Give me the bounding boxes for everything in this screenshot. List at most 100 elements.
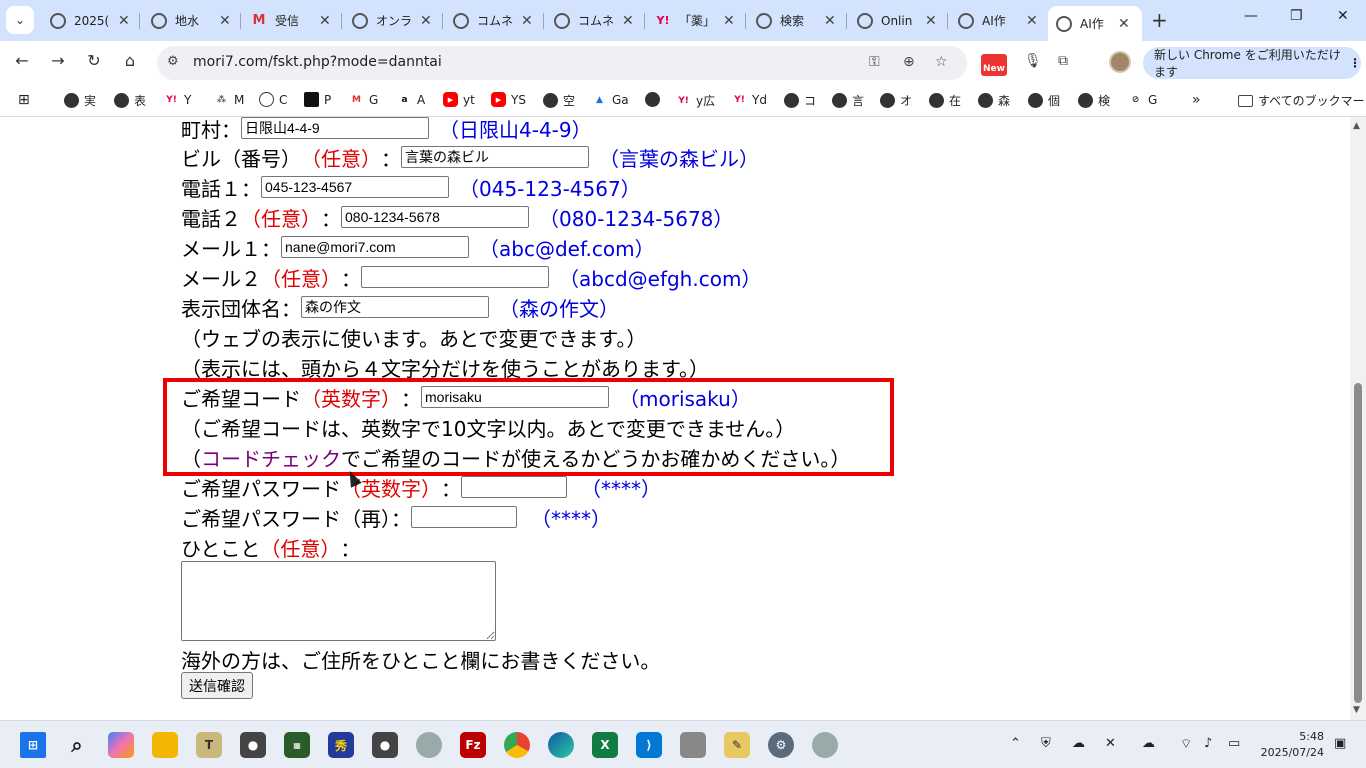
new-tab-button[interactable]: +	[1151, 8, 1168, 32]
tab-1[interactable]: 2025(✕	[50, 6, 140, 35]
reload-button[interactable]: ↻	[82, 51, 106, 70]
tab-11-active[interactable]: AI作 ✕	[1048, 6, 1142, 41]
close-icon[interactable]: ✕	[824, 13, 836, 29]
close-icon[interactable]: ✕	[622, 13, 634, 29]
mail1-input[interactable]	[281, 236, 469, 258]
bookmark-17[interactable]: 言	[832, 92, 864, 109]
close-icon[interactable]: ✕	[219, 13, 231, 29]
scrollbar-thumb[interactable]	[1354, 383, 1362, 703]
close-icon[interactable]: ✕	[1118, 16, 1130, 32]
avatar[interactable]	[1109, 51, 1131, 73]
file-transfer-icon[interactable]	[680, 732, 706, 758]
tab-9[interactable]: Onlin ✕	[857, 6, 947, 35]
app-icon-blue[interactable]: 秀	[328, 732, 354, 758]
password-input[interactable]	[461, 476, 567, 498]
scroll-down-icon[interactable]: ▼	[1353, 705, 1360, 715]
bookmark-11[interactable]: 空	[543, 92, 575, 109]
windows-start-icon[interactable]: ⊞	[20, 732, 46, 758]
tab-7[interactable]: Y! 「薬」 ✕	[655, 6, 745, 35]
tab-5[interactable]: コムネ ✕	[453, 6, 543, 35]
excel-icon[interactable]: X	[592, 732, 618, 758]
tab-3[interactable]: M 受信 ✕	[251, 6, 341, 35]
notepad-icon[interactable]: T	[196, 732, 222, 758]
building-input[interactable]	[401, 146, 589, 168]
search-icon[interactable]: ⌕	[64, 732, 90, 758]
more-bookmarks-button[interactable]: »	[1192, 92, 1201, 108]
bookmark-3[interactable]: Y! Y	[164, 92, 191, 107]
editor-icon[interactable]: ✎	[724, 732, 750, 758]
close-icon[interactable]: ✕	[420, 13, 432, 29]
bookmark-14[interactable]: Y! y広	[676, 92, 715, 109]
phone2-input[interactable]	[341, 206, 529, 228]
comment-textarea[interactable]	[181, 561, 496, 641]
bookmark-23[interactable]: ⊘ G	[1128, 92, 1158, 107]
submit-confirm-button[interactable]: 送信確認	[181, 672, 253, 699]
wifi-icon[interactable]: ⌔	[1180, 736, 1192, 752]
onedrive-icon[interactable]: ☁	[1142, 736, 1155, 751]
bookmark-6[interactable]: P	[304, 92, 331, 107]
update-chrome-button[interactable]: 新しい Chrome をご利用いただけます ⋮	[1143, 47, 1361, 79]
close-icon[interactable]: ✕	[319, 13, 331, 29]
volume-icon[interactable]: ♪	[1204, 736, 1212, 751]
security-icon[interactable]: ⛨	[1041, 736, 1051, 751]
tab-4[interactable]: オンラ ✕	[352, 6, 442, 35]
camera-app-icon[interactable]: ●	[240, 732, 266, 758]
bookmark-13[interactable]	[645, 92, 665, 107]
address-bar[interactable]: ⚙ mori7.com/fskt.php?mode=danntai ⚿ ⊕ ☆	[157, 46, 967, 80]
bookmark-2[interactable]: 表	[114, 92, 146, 109]
bookmark-10[interactable]: ▶ YS	[491, 92, 526, 107]
extensions-icon[interactable]: ⧉	[1058, 53, 1068, 69]
tab-6[interactable]: コムネ ✕	[554, 6, 644, 35]
page-scrollbar[interactable]: ▲ ▼	[1350, 117, 1366, 720]
apps-grid-icon[interactable]: ⊞	[18, 92, 30, 108]
close-icon[interactable]: ✕	[723, 13, 735, 29]
webcam-icon-2[interactable]	[812, 732, 838, 758]
new-extension-badge[interactable]: New	[981, 54, 1007, 76]
scroll-up-icon[interactable]: ▲	[1353, 121, 1360, 131]
close-icon[interactable]: ✕	[925, 13, 937, 29]
close-icon[interactable]: ✕	[521, 13, 533, 29]
camera-app-icon-2[interactable]: ●	[372, 732, 398, 758]
password-confirm-input[interactable]	[411, 506, 517, 528]
phone1-input[interactable]	[261, 176, 449, 198]
restore-button[interactable]: ❐	[1290, 8, 1303, 24]
bookmark-21[interactable]: 個	[1028, 92, 1060, 109]
bookmark-15[interactable]: Y! Yd	[732, 92, 767, 107]
close-icon[interactable]: ✕	[1026, 13, 1038, 29]
display-name-input[interactable]	[301, 296, 489, 318]
file-explorer-icon[interactable]	[152, 732, 178, 758]
filezilla-icon[interactable]: Fz	[460, 732, 486, 758]
battery-icon[interactable]: ▭	[1228, 736, 1240, 751]
tab-8[interactable]: 検索 ✕	[756, 6, 846, 35]
bookmark-19[interactable]: 在	[929, 92, 961, 109]
bookmark-22[interactable]: 検	[1078, 92, 1110, 109]
code-check-link[interactable]: コードチェック	[201, 443, 341, 472]
all-bookmarks-folder[interactable]: すべてのブックマーク	[1238, 92, 1366, 109]
clock[interactable]: 5:48 2025/07/24	[1258, 729, 1324, 761]
site-info-icon[interactable]: ⚙	[167, 54, 179, 69]
copilot-icon[interactable]	[108, 732, 134, 758]
bookmark-20[interactable]: 森	[978, 92, 1010, 109]
key-icon[interactable]: ⚿	[869, 54, 880, 70]
mail2-input[interactable]	[361, 266, 549, 288]
tab-10[interactable]: AI作 ✕	[958, 6, 1048, 35]
code-input[interactable]	[421, 386, 609, 408]
home-button[interactable]: ⌂	[118, 51, 142, 70]
notification-icon[interactable]: ▣	[1334, 736, 1346, 751]
tray-expand-icon[interactable]: ⌃	[1010, 736, 1021, 751]
bookmark-16[interactable]: コ	[784, 92, 816, 109]
edge-icon[interactable]	[548, 732, 574, 758]
town-input[interactable]	[241, 117, 429, 139]
tab-2[interactable]: 地水 ✕	[151, 6, 241, 35]
bookmark-1[interactable]: 実	[64, 92, 96, 109]
screen-app-icon[interactable]: ▦	[284, 732, 310, 758]
bookmark-7[interactable]: MG	[349, 92, 378, 107]
webcam-icon[interactable]	[416, 732, 442, 758]
minimize-button[interactable]: —	[1244, 8, 1258, 24]
back-button[interactable]: ←	[10, 51, 34, 70]
chrome-icon[interactable]	[504, 732, 530, 758]
settings-icon[interactable]: ⚙	[768, 732, 794, 758]
bookmark-9[interactable]: ▶ yt	[443, 92, 475, 107]
zoom-icon[interactable]: ⊕	[903, 54, 915, 70]
bookmark-5[interactable]: C	[259, 92, 287, 107]
